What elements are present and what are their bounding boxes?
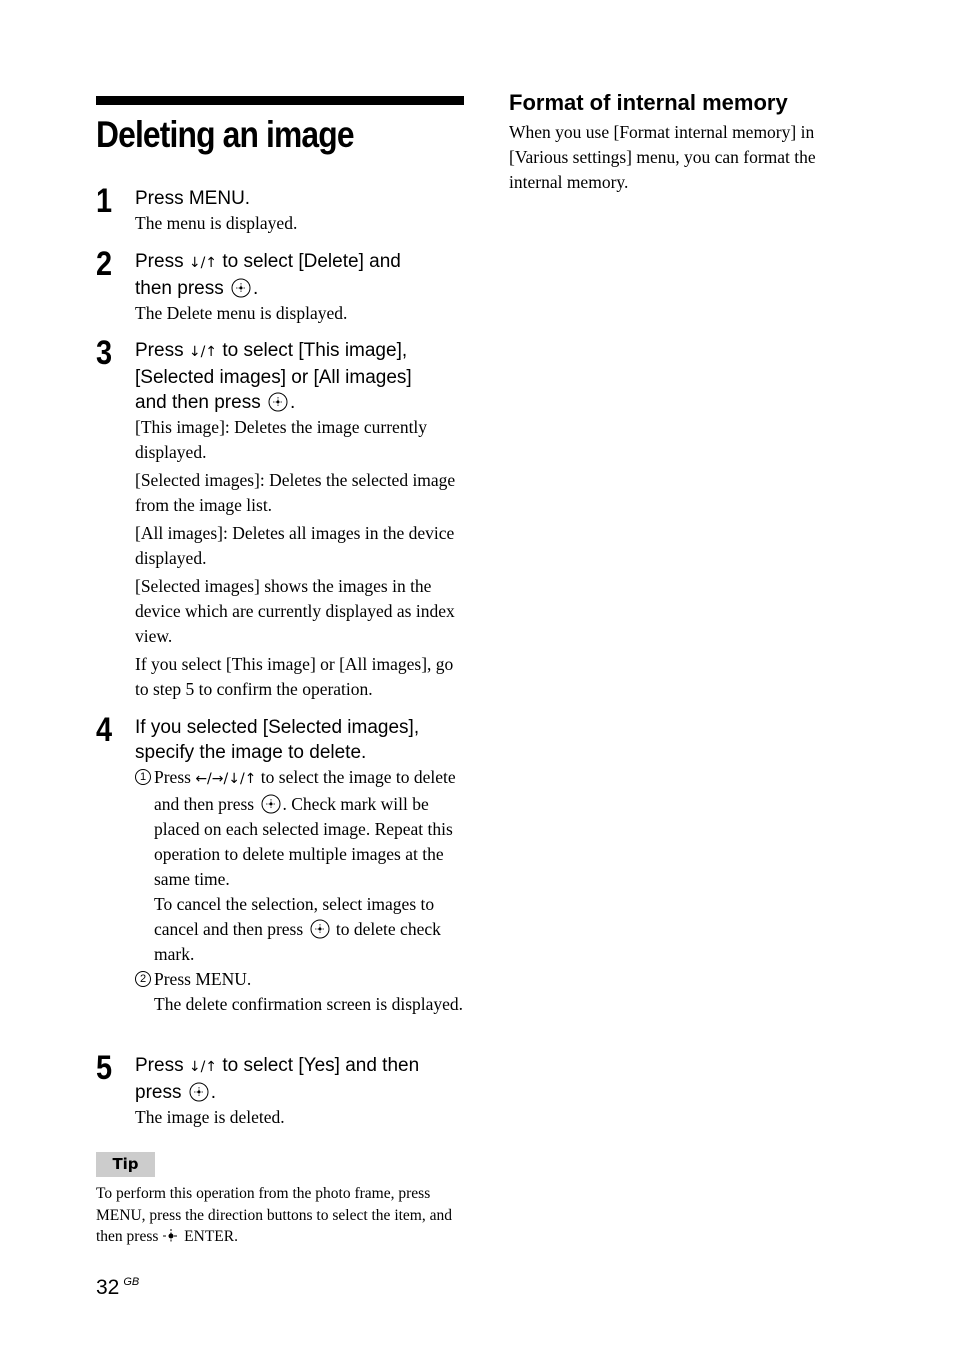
step-5: 5 Press ↓/↑ to select [Yes] and then pre… xyxy=(96,1049,466,1130)
step-description: [This image]: Deletes the image currentl… xyxy=(135,417,428,462)
instruction-text: [Selected images] or [All images] xyxy=(135,367,412,388)
direction-arrows-icon: ←/→/↓/↑ xyxy=(195,771,257,787)
page-number: 32 GB xyxy=(96,1276,139,1300)
instruction-text: to select [Delete] and xyxy=(217,251,401,272)
page-region-code: GB xyxy=(123,1276,140,1288)
step-description: [All images]: Deletes all images in the … xyxy=(135,523,455,568)
instruction-text: to select [Yes] and then xyxy=(217,1055,420,1076)
page-number-value: 32 xyxy=(96,1276,120,1299)
step-number: 1 xyxy=(96,182,113,220)
enter-button-icon xyxy=(310,919,330,939)
substep-text: Press MENU. xyxy=(154,969,252,989)
step-number: 2 xyxy=(96,245,113,283)
step-description: [Selected images]: Deletes the selected … xyxy=(135,470,456,515)
instruction-text: . xyxy=(289,392,296,413)
step-description: The Delete menu is displayed. xyxy=(135,303,348,323)
instruction-text: and then press xyxy=(135,392,261,413)
step-number: 5 xyxy=(96,1049,113,1087)
tip-text: To perform this operation from the photo… xyxy=(96,1183,466,1248)
step-instruction: Press ↓/↑ to select [Delete] and then pr… xyxy=(135,249,466,301)
step-instruction: Press ↓/↑ to select [Yes] and then press… xyxy=(135,1053,466,1105)
section-text: When you use [Format internal memory] in… xyxy=(509,122,816,192)
tip-text-part: ENTER. xyxy=(180,1228,238,1245)
step-instruction: Press MENU. xyxy=(135,188,251,209)
step-3: 3 Press ↓/↑ to select [This image], [Sel… xyxy=(96,334,466,702)
step-2: 2 Press ↓/↑ to select [Delete] and then … xyxy=(96,245,466,326)
enter-button-icon xyxy=(231,278,251,298)
step-description: The menu is displayed. xyxy=(135,213,298,233)
step-number: 3 xyxy=(96,334,113,372)
instruction-text: Press xyxy=(135,251,189,272)
enter-button-icon xyxy=(189,1082,209,1102)
tip-text-part: To perform this operation from the photo… xyxy=(96,1185,452,1245)
tip-label: Tip xyxy=(96,1152,155,1177)
step-description: The image is deleted. xyxy=(135,1107,285,1127)
circled-number-icon: 2 xyxy=(135,971,151,987)
step-4: 4 If you selected [Selected images], spe… xyxy=(96,711,466,1017)
instruction-text: Press xyxy=(135,1055,189,1076)
instruction-text: . xyxy=(253,278,259,299)
circled-number-icon: 1 xyxy=(135,769,151,785)
instruction-text: Press xyxy=(135,340,189,361)
title-rule xyxy=(96,96,464,105)
instruction-text: If you selected [Selected images], xyxy=(135,717,420,738)
substep-2: 2 Press MENU. The delete confirmation sc… xyxy=(135,967,466,1017)
enter-key-icon xyxy=(163,1229,180,1243)
down-up-arrow-icon: ↓/↑ xyxy=(188,344,218,360)
step-description: [Selected images] shows the images in th… xyxy=(135,576,455,646)
step-description: If you select [This image] or [All image… xyxy=(135,654,454,699)
instruction-text: . xyxy=(210,1082,217,1103)
title-block: Deleting an image xyxy=(96,96,464,157)
section-heading: Format of internal memory xyxy=(509,90,788,115)
step-1: 1 Press MENU. The menu is displayed. xyxy=(96,182,466,236)
enter-button-icon xyxy=(261,794,280,814)
down-up-arrow-icon: ↓/↑ xyxy=(188,255,218,271)
substep-text: The delete confirmation screen is displa… xyxy=(154,994,464,1014)
page-title: Deleting an image xyxy=(96,114,355,155)
step-instruction: Press ↓/↑ to select [This image], [Selec… xyxy=(135,338,466,415)
substep-text: Press xyxy=(154,767,196,787)
instruction-text: press xyxy=(135,1082,182,1103)
instruction-text: to select [This image], xyxy=(217,340,408,361)
enter-button-icon xyxy=(268,392,288,412)
substep-1: 1 Press ←/→/↓/↑ to select the image to d… xyxy=(135,765,466,967)
step-instruction: If you selected [Selected images], speci… xyxy=(135,715,466,765)
format-memory-section: Format of internal memory When you use [… xyxy=(509,89,869,195)
instruction-text: specify the image to delete. xyxy=(135,742,367,763)
instruction-text: then press xyxy=(135,278,224,299)
step-number: 4 xyxy=(96,711,113,749)
down-up-arrow-icon: ↓/↑ xyxy=(188,1059,218,1075)
